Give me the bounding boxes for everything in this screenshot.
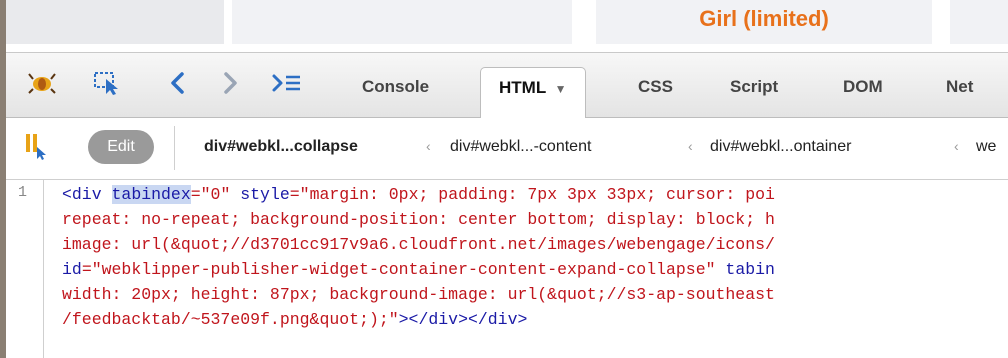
tab-script[interactable]: Script (730, 67, 778, 119)
breadcrumb-item[interactable]: div#webkl...-content (450, 138, 591, 156)
code-token: id (62, 260, 82, 279)
tab-html[interactable]: HTML ▼ (480, 67, 586, 120)
code-token: ="margin: 0px; padding: 7px 3px 33px; cu… (289, 185, 775, 204)
webpage-strip: Girl (limited) (0, 0, 1008, 52)
firebug-icon[interactable] (24, 67, 60, 99)
break-on-mutate-icon[interactable] (22, 130, 50, 162)
tab-html-label: HTML (499, 78, 546, 97)
divider (174, 126, 175, 170)
back-icon[interactable] (166, 67, 190, 99)
chevron-down-icon: ▼ (554, 82, 567, 96)
inspect-icon[interactable] (90, 67, 124, 99)
code-text[interactable]: <div tabindex="0" style="margin: 0px; pa… (62, 182, 775, 332)
firebug-toolbar: Console HTML ▼ CSS Script DOM Net (6, 52, 1008, 120)
code-token: tabindex (111, 185, 191, 204)
page-block (950, 0, 1008, 44)
code-token: width: 20px; height: 87px; background-im… (62, 285, 775, 304)
code-token: image: url(&quot;//d3701cc917v9a6.cloudf… (62, 235, 775, 254)
chevron-left-icon: ‹ (688, 138, 693, 154)
tab-net[interactable]: Net (946, 67, 973, 119)
code-token: tabin (725, 260, 775, 279)
chevron-left-icon: ‹ (954, 138, 959, 154)
breadcrumb-item[interactable]: we (976, 138, 996, 156)
code-token: style (240, 185, 290, 204)
code-token: repeat: no-repeat; background-position: … (62, 210, 775, 229)
tab-css[interactable]: CSS (638, 67, 673, 119)
html-source-view[interactable]: 1 <div tabindex="0" style="margin: 0px; … (6, 180, 1008, 358)
code-token: <div (62, 185, 112, 204)
page-block (6, 0, 224, 44)
line-gutter: 1 (6, 180, 44, 358)
code-token: ></div></div> (398, 310, 528, 329)
edit-button[interactable]: Edit (88, 130, 154, 164)
breadcrumb-item[interactable]: div#webkl...collapse (204, 138, 358, 156)
line-number: 1 (18, 184, 28, 201)
code-token: ="webklipper-publisher-widget-container-… (81, 260, 726, 279)
tab-console[interactable]: Console (362, 67, 429, 119)
breadcrumb: Edit div#webkl...collapse ‹ div#webkl...… (6, 118, 1008, 180)
page-heading[interactable]: Girl (limited) (596, 6, 932, 32)
tab-dom[interactable]: DOM (843, 67, 883, 119)
code-token: ="0" (190, 185, 241, 204)
code-token: /feedbacktab/~537e09f.png&quot;);" (62, 310, 399, 329)
command-line-icon[interactable] (270, 67, 304, 99)
breadcrumb-item[interactable]: div#webkl...ontainer (710, 138, 851, 156)
chevron-left-icon: ‹ (426, 138, 431, 154)
forward-icon[interactable] (218, 67, 242, 99)
page-block (232, 0, 572, 44)
